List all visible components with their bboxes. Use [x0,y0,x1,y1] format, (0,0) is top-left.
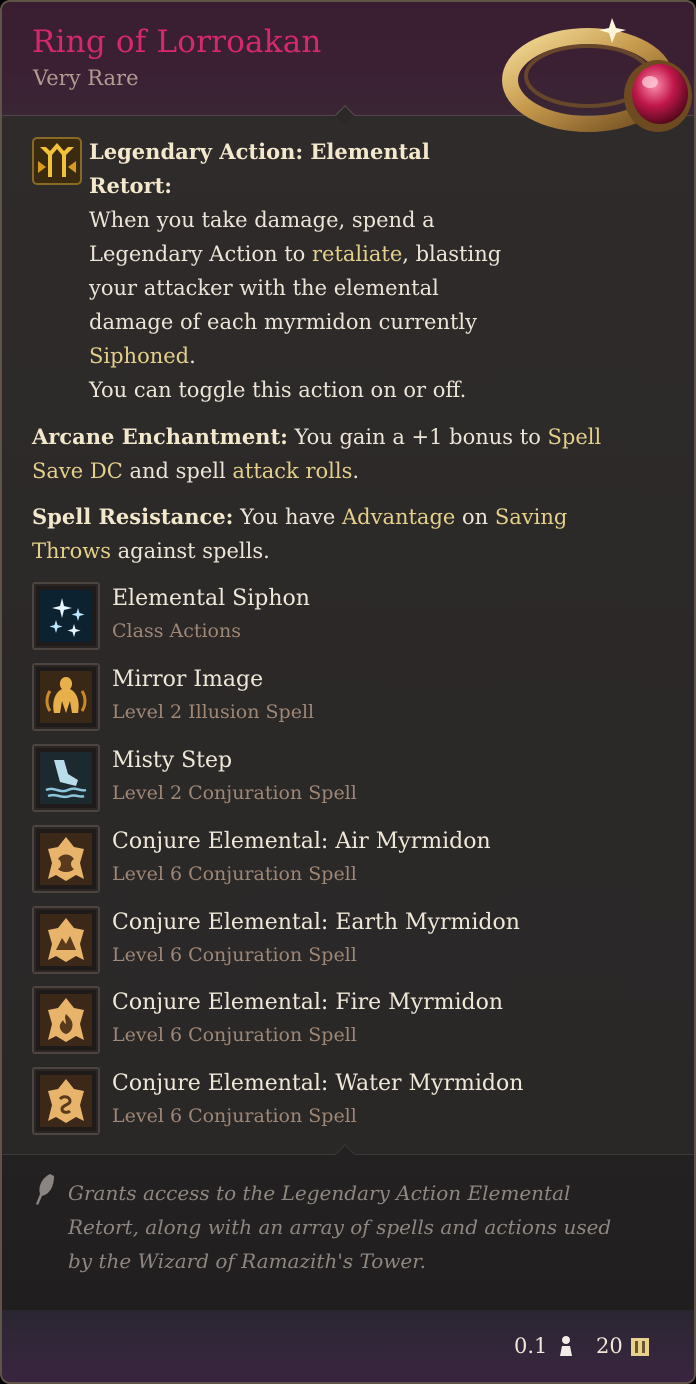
fire-myrmidon-icon [40,994,92,1046]
spell-icon-frame [32,986,100,1054]
legendary-action-icon [32,137,82,185]
spell-icon-frame [32,744,100,812]
spell-name: Conjure Elemental: Fire Myrmidon [112,990,504,1015]
spell-resistance-text-2: on [455,505,495,529]
advantage-link[interactable]: Advantage [342,505,455,529]
spell-subtitle: Class Actions [112,620,241,642]
earth-myrmidon-icon [40,914,92,966]
spell-name: Mirror Image [112,667,264,692]
air-myrmidon-icon [40,833,92,885]
spell-resistance-text-1: You have [233,505,342,529]
spell-name: Conjure Elemental: Air Myrmidon [112,829,491,854]
gold-value: 20 [596,1334,623,1358]
spell-entry-misty-step[interactable]: Misty Step Level 2 Conjuration Spell [32,744,672,814]
spell-name: Conjure Elemental: Water Myrmidon [112,1071,524,1096]
spell-resistance-title: Spell Resistance: [32,504,234,529]
retaliate-link[interactable]: retaliate [312,242,402,266]
spell-entry-earth-myrmidon[interactable]: Conjure Elemental: Earth Myrmidon Level … [32,906,672,976]
tooltip-footer [2,1310,694,1382]
gold-coin-icon [631,1338,649,1356]
spell-icon-frame [32,663,100,731]
spell-name: Elemental Siphon [112,586,310,611]
misty-step-icon [40,752,92,804]
arcane-enchantment-text-2: and spell [122,459,233,483]
legendary-action-title: Legendary Action: Elemental Retort: [89,139,430,198]
ring-icon [502,18,692,132]
spell-resistance-text-3: against spells. [110,539,270,563]
spell-icon-frame [32,906,100,974]
legendary-action-text-3: . [189,344,196,368]
flavor-text: Grants access to the Legendary Action El… [68,1181,612,1273]
quill-icon [36,1174,54,1205]
item-tooltip: Ring of Lorroakan Very Rare Legendary Ac… [0,0,696,1384]
spell-subtitle: Level 2 Conjuration Spell [112,782,357,804]
spell-subtitle: Level 6 Conjuration Spell [112,1105,357,1127]
water-myrmidon-icon [40,1075,92,1127]
spell-icon-frame [32,1067,100,1135]
arcane-enchantment-text-1: You gain a +1 bonus to [287,425,548,449]
weight-value: 0.1 [514,1334,548,1358]
spell-resistance-description: Spell Resistance: You have Advantage on … [32,500,644,568]
spell-name: Misty Step [112,748,233,773]
spell-entry-fire-myrmidon[interactable]: Conjure Elemental: Fire Myrmidon Level 6… [32,986,672,1056]
spell-icon-frame [32,582,100,650]
attack-rolls-link[interactable]: attack rolls [232,459,352,483]
spell-subtitle: Level 6 Conjuration Spell [112,1024,357,1046]
spell-name: Conjure Elemental: Earth Myrmidon [112,910,520,935]
sparkles-icon [40,590,92,642]
spell-subtitle: Level 2 Illusion Spell [112,701,315,723]
spell-entry-air-myrmidon[interactable]: Conjure Elemental: Air Myrmidon Level 6 … [32,825,672,895]
spell-entry-water-myrmidon[interactable]: Conjure Elemental: Water Myrmidon Level … [32,1067,672,1137]
spell-icon-frame [32,825,100,893]
spell-subtitle: Level 6 Conjuration Spell [112,944,357,966]
arcane-enchantment-text-3: . [352,459,360,483]
arcane-enchantment-description: Arcane Enchantment: You gain a +1 bonus … [32,420,632,488]
mirror-image-icon [40,671,92,723]
siphoned-link[interactable]: Siphoned [89,344,189,368]
arcane-enchantment-title: Arcane Enchantment: [32,424,288,449]
item-name: Ring of Lorroakan [32,24,322,60]
spell-subtitle: Level 6 Conjuration Spell [112,863,357,885]
spell-entry-mirror-image[interactable]: Mirror Image Level 2 Illusion Spell [32,663,672,733]
item-rarity: Very Rare [33,66,139,90]
legendary-action-description: Legendary Action: Elemental Retort: When… [89,135,509,373]
weight-icon [560,1336,572,1356]
spell-entry-elemental-siphon[interactable]: Elemental Siphon Class Actions [32,582,672,652]
legendary-action-toggle-note: You can toggle this action on or off. [89,378,467,402]
